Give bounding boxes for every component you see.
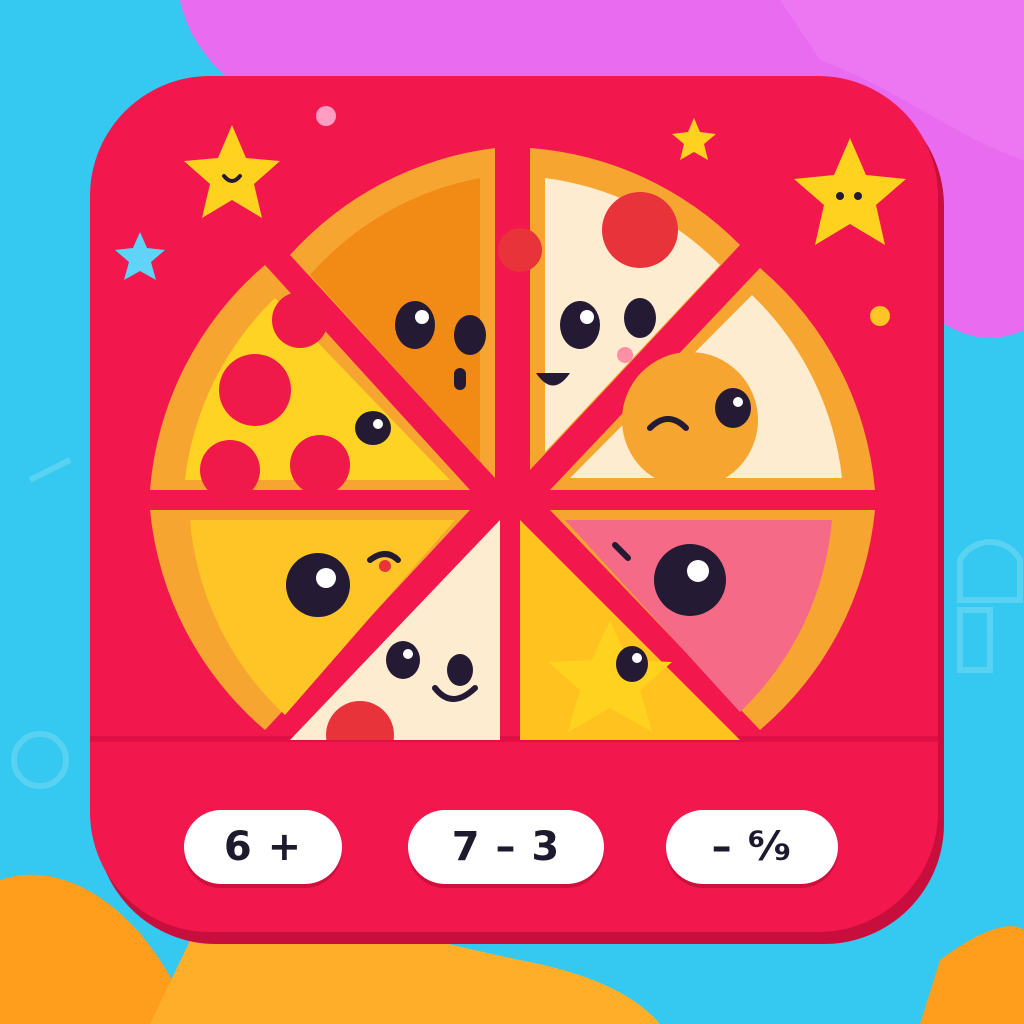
answer-button-2[interactable]: 7 – 3 (408, 810, 604, 884)
answer-label: – ⁶⁄₉ (711, 824, 793, 870)
answer-button-3[interactable]: – ⁶⁄₉ (666, 810, 838, 884)
answer-label: 7 – 3 (451, 824, 561, 870)
answer-label: 6 + (223, 824, 303, 870)
slice-face (355, 411, 391, 445)
answer-button-1[interactable]: 6 + (184, 810, 342, 884)
